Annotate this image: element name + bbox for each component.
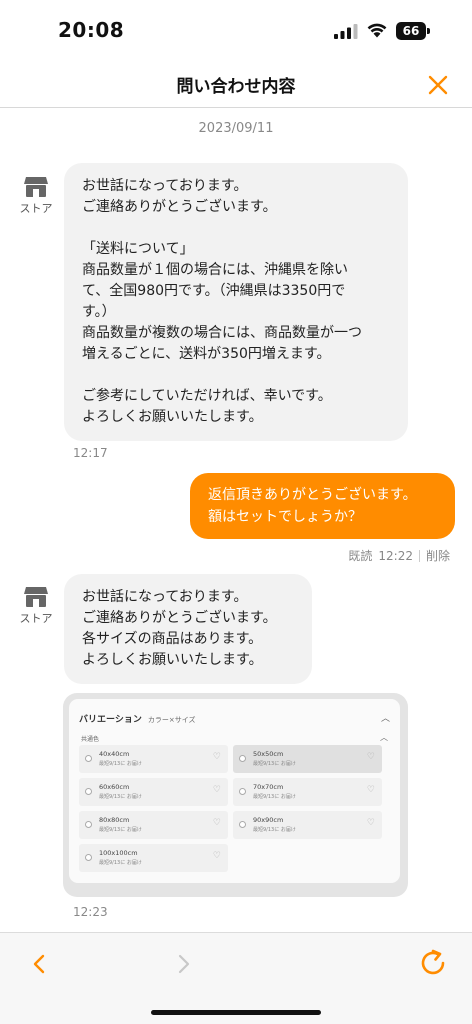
header-bar: 問い合わせ内容	[0, 62, 472, 108]
store-icon	[24, 177, 48, 197]
option-name: 50x50cm	[253, 750, 284, 758]
store-message-bubble: お世話になっております。 ご連絡ありがとうございます。 各サイズの商品はあります…	[64, 574, 312, 684]
option-name: 70x70cm	[253, 783, 284, 791]
heart-icon: ♡	[366, 752, 375, 762]
radio-icon	[239, 755, 246, 762]
heart-icon: ♡	[212, 818, 221, 828]
page-title: 問い合わせ内容	[176, 77, 296, 97]
user-message-bubble: 返信頂きありがとうございます。 額はセットでしょうか？	[190, 473, 455, 539]
reload-button[interactable]	[416, 945, 452, 981]
store-message-bubble: お世話になっております。 ご連絡ありがとうございます。 「送料について」 商品数…	[64, 163, 408, 441]
radio-icon	[85, 755, 92, 762]
radio-icon	[239, 821, 246, 828]
option-note: 最短9/13に お届け	[253, 827, 296, 833]
variation-title: バリエーション カラー×サイズ	[79, 715, 196, 725]
chevron-right-icon	[178, 954, 190, 974]
heart-icon: ♡	[212, 752, 221, 762]
store-icon	[24, 587, 48, 607]
chevron-left-icon	[33, 954, 45, 974]
option-note: 最短9/13に お届け	[99, 860, 142, 866]
variation-option: 100x100cm 最短9/13に お届け ♡	[79, 844, 228, 872]
option-note: 最短9/13に お届け	[253, 761, 296, 767]
store-label: ストア	[19, 202, 53, 215]
delete-link[interactable]: 削除	[426, 547, 450, 564]
conversation-date: 2023/09/11	[198, 121, 274, 136]
option-name: 40x40cm	[99, 750, 130, 758]
read-status: 既読	[348, 549, 373, 563]
variation-option: 50x50cm 最短9/13に お届け ♡	[233, 745, 382, 773]
back-button[interactable]	[24, 949, 54, 979]
store-avatar: ストア	[14, 586, 58, 632]
variation-option: 90x90cm 最短9/13に お届け ♡	[233, 811, 382, 839]
option-name: 60x60cm	[99, 783, 130, 791]
close-button[interactable]	[423, 71, 453, 99]
message-time: 12:23	[73, 905, 108, 919]
heart-icon: ♡	[366, 818, 375, 828]
home-indicator	[151, 1010, 321, 1015]
chevron-up-icon: ︿	[380, 714, 390, 724]
radio-icon	[85, 854, 92, 861]
variation-option: 60x60cm 最短9/13に お届け ♡	[79, 778, 228, 806]
radio-icon	[85, 821, 92, 828]
store-label: ストア	[19, 612, 53, 625]
variation-option: 80x80cm 最短9/13に お届け ♡	[79, 811, 228, 839]
variation-group-label: 共通色	[81, 736, 100, 743]
variation-screenshot: バリエーション カラー×サイズ ︿ 共通色 ︿ 40x40cm 最短9/13に お…	[69, 699, 400, 883]
battery-icon: 66	[396, 22, 430, 40]
status-bar: 20:08 66	[0, 0, 472, 62]
option-note: 最短9/13に お届け	[253, 794, 296, 800]
option-note: 最短9/13に お届け	[99, 761, 142, 767]
wifi-icon	[367, 23, 387, 38]
radio-icon	[85, 788, 92, 795]
radio-icon	[239, 788, 246, 795]
meta-divider	[418, 549, 420, 562]
option-name: 80x80cm	[99, 816, 130, 824]
forward-button[interactable]	[168, 949, 198, 979]
close-icon	[428, 75, 448, 95]
attached-image[interactable]: バリエーション カラー×サイズ ︿ 共通色 ︿ 40x40cm 最短9/13に お…	[63, 693, 408, 897]
battery-level: 66	[402, 24, 420, 38]
option-name: 100x100cm	[99, 849, 138, 857]
variation-option: 40x40cm 最短9/13に お届け ♡	[79, 745, 228, 773]
message-time: 12:22	[378, 548, 413, 563]
message-time: 12:17	[73, 446, 108, 460]
option-name: 90x90cm	[253, 816, 284, 824]
heart-icon: ♡	[212, 851, 221, 861]
chevron-up-icon: ︿	[380, 733, 388, 742]
heart-icon: ♡	[366, 785, 375, 795]
signal-icon	[334, 24, 358, 39]
heart-icon: ♡	[212, 785, 221, 795]
status-time: 20:08	[58, 18, 125, 42]
reload-icon	[421, 949, 445, 975]
option-note: 最短9/13に お届け	[99, 827, 142, 833]
store-avatar: ストア	[14, 176, 58, 222]
variation-subtitle: カラー×サイズ	[147, 716, 196, 724]
option-note: 最短9/13に お届け	[99, 794, 142, 800]
variation-option: 70x70cm 最短9/13に お届け ♡	[233, 778, 382, 806]
message-meta: 既読 12:22 削除	[348, 547, 450, 564]
